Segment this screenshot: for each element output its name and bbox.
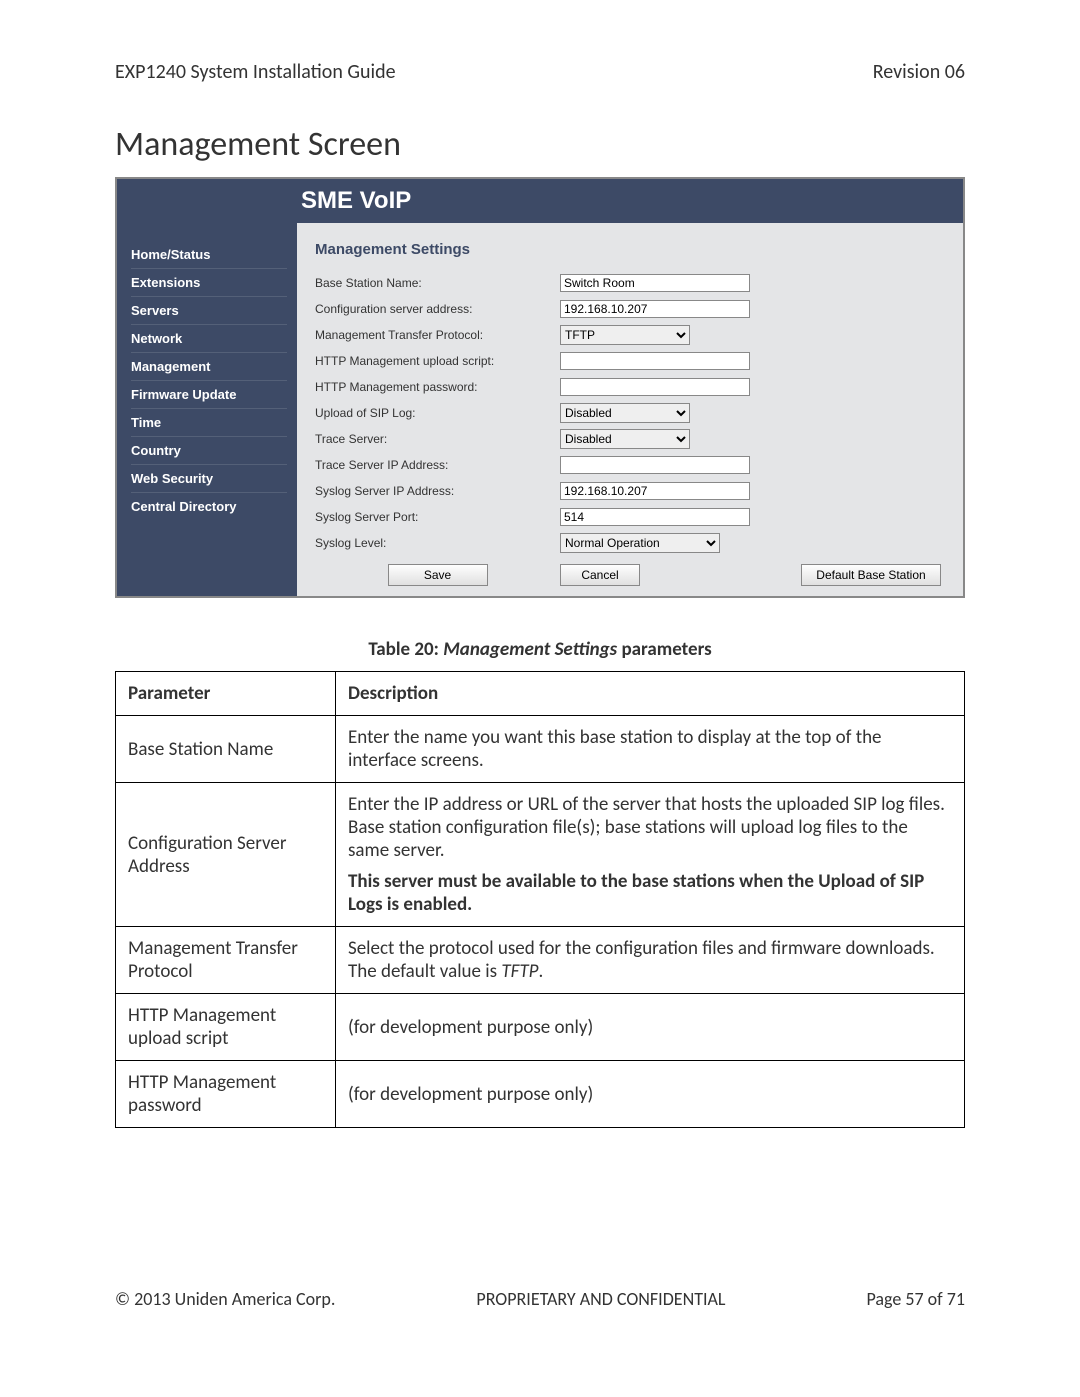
cell-desc-bold: This server must be available to the bas… bbox=[348, 870, 952, 916]
sidebar-item-country[interactable]: Country bbox=[131, 437, 287, 465]
label-mgmt-password: HTTP Management password: bbox=[315, 380, 560, 394]
input-mgmt-password[interactable] bbox=[560, 378, 750, 396]
cell-param: HTTP Management upload script bbox=[116, 994, 336, 1061]
th-parameter: Parameter bbox=[116, 672, 336, 716]
table-row: Configuration Server Address Enter the I… bbox=[116, 783, 965, 927]
sidebar-item-directory[interactable]: Central Directory bbox=[131, 493, 287, 520]
cell-desc: Enter the IP address or URL of the serve… bbox=[336, 783, 965, 927]
label-upload-script: HTTP Management upload script: bbox=[315, 354, 560, 368]
caption-prefix: Table 20: bbox=[368, 638, 443, 661]
doc-title: EXP1240 System Installation Guide bbox=[115, 60, 396, 84]
input-syslog-ip[interactable] bbox=[560, 482, 750, 500]
label-syslog-level: Syslog Level: bbox=[315, 536, 560, 550]
table-row: Base Station Name Enter the name you wan… bbox=[116, 716, 965, 783]
label-syslog-ip: Syslog Server IP Address: bbox=[315, 484, 560, 498]
cell-param: Base Station Name bbox=[116, 716, 336, 783]
cell-desc: (for development purpose only) bbox=[336, 1061, 965, 1128]
cell-desc: (for development purpose only) bbox=[336, 994, 965, 1061]
cell-param: HTTP Management password bbox=[116, 1061, 336, 1128]
sidebar-item-time[interactable]: Time bbox=[131, 409, 287, 437]
sidebar-item-extensions[interactable]: Extensions bbox=[131, 269, 287, 297]
default-base-station-button[interactable]: Default Base Station bbox=[801, 564, 941, 586]
app-banner: SME VoIP bbox=[117, 179, 963, 223]
sidebar-item-servers[interactable]: Servers bbox=[131, 297, 287, 325]
label-syslog-port: Syslog Server Port: bbox=[315, 510, 560, 524]
caption-suffix: parameters bbox=[617, 638, 712, 661]
sidebar-item-websecurity[interactable]: Web Security bbox=[131, 465, 287, 493]
select-trace-server[interactable]: Disabled bbox=[560, 429, 690, 449]
management-screenshot: SME VoIP Home/Status Extensions Servers … bbox=[115, 177, 965, 598]
parameters-table: Parameter Description Base Station Name … bbox=[115, 671, 965, 1128]
select-upload-sip[interactable]: Disabled bbox=[560, 403, 690, 423]
sidebar-item-network[interactable]: Network bbox=[131, 325, 287, 353]
select-transfer-protocol[interactable]: TFTP bbox=[560, 325, 690, 345]
caption-italic: Management Settings bbox=[443, 638, 617, 661]
cell-desc: Enter the name you want this base statio… bbox=[336, 716, 965, 783]
label-trace-ip: Trace Server IP Address: bbox=[315, 458, 560, 472]
save-button[interactable]: Save bbox=[388, 564, 488, 586]
cell-desc: Select the protocol used for the configu… bbox=[336, 927, 965, 994]
panel-title: Management Settings bbox=[315, 241, 945, 258]
th-description: Description bbox=[336, 672, 965, 716]
app-title: SME VoIP bbox=[301, 187, 945, 215]
input-syslog-port[interactable] bbox=[560, 508, 750, 526]
footer-page: Page 57 of 71 bbox=[866, 1288, 965, 1310]
sidebar-item-home[interactable]: Home/Status bbox=[131, 241, 287, 269]
footer-confidential: PROPRIETARY AND CONFIDENTIAL bbox=[476, 1288, 725, 1310]
label-base-station-name: Base Station Name: bbox=[315, 276, 560, 290]
sidebar-item-firmware[interactable]: Firmware Update bbox=[131, 381, 287, 409]
input-config-server[interactable] bbox=[560, 300, 750, 318]
label-upload-sip: Upload of SIP Log: bbox=[315, 406, 560, 420]
doc-revision: Revision 06 bbox=[873, 60, 965, 84]
cancel-button[interactable]: Cancel bbox=[560, 564, 640, 586]
table-row: HTTP Management password (for developmen… bbox=[116, 1061, 965, 1128]
input-trace-ip[interactable] bbox=[560, 456, 750, 474]
label-transfer-protocol: Management Transfer Protocol: bbox=[315, 328, 560, 342]
label-trace-server: Trace Server: bbox=[315, 432, 560, 446]
section-heading: Management Screen bbox=[115, 124, 965, 165]
input-upload-script[interactable] bbox=[560, 352, 750, 370]
sidebar-item-management[interactable]: Management bbox=[131, 353, 287, 381]
table-row: HTTP Management upload script (for devel… bbox=[116, 994, 965, 1061]
table-row: Management Transfer Protocol Select the … bbox=[116, 927, 965, 994]
footer-copyright: © 2013 Uniden America Corp. bbox=[115, 1288, 335, 1310]
cell-param: Management Transfer Protocol bbox=[116, 927, 336, 994]
document-page: EXP1240 System Installation Guide Revisi… bbox=[0, 0, 1080, 1350]
input-base-station-name[interactable] bbox=[560, 274, 750, 292]
document-header: EXP1240 System Installation Guide Revisi… bbox=[115, 60, 965, 84]
document-footer: © 2013 Uniden America Corp. PROPRIETARY … bbox=[115, 1288, 965, 1310]
select-syslog-level[interactable]: Normal Operation bbox=[560, 533, 720, 553]
label-config-server: Configuration server address: bbox=[315, 302, 560, 316]
cell-param: Configuration Server Address bbox=[116, 783, 336, 927]
settings-panel: Management Settings Base Station Name: C… bbox=[297, 223, 963, 596]
table-caption: Table 20: Management Settings parameters bbox=[115, 638, 965, 661]
sidebar: Home/Status Extensions Servers Network M… bbox=[117, 223, 297, 596]
